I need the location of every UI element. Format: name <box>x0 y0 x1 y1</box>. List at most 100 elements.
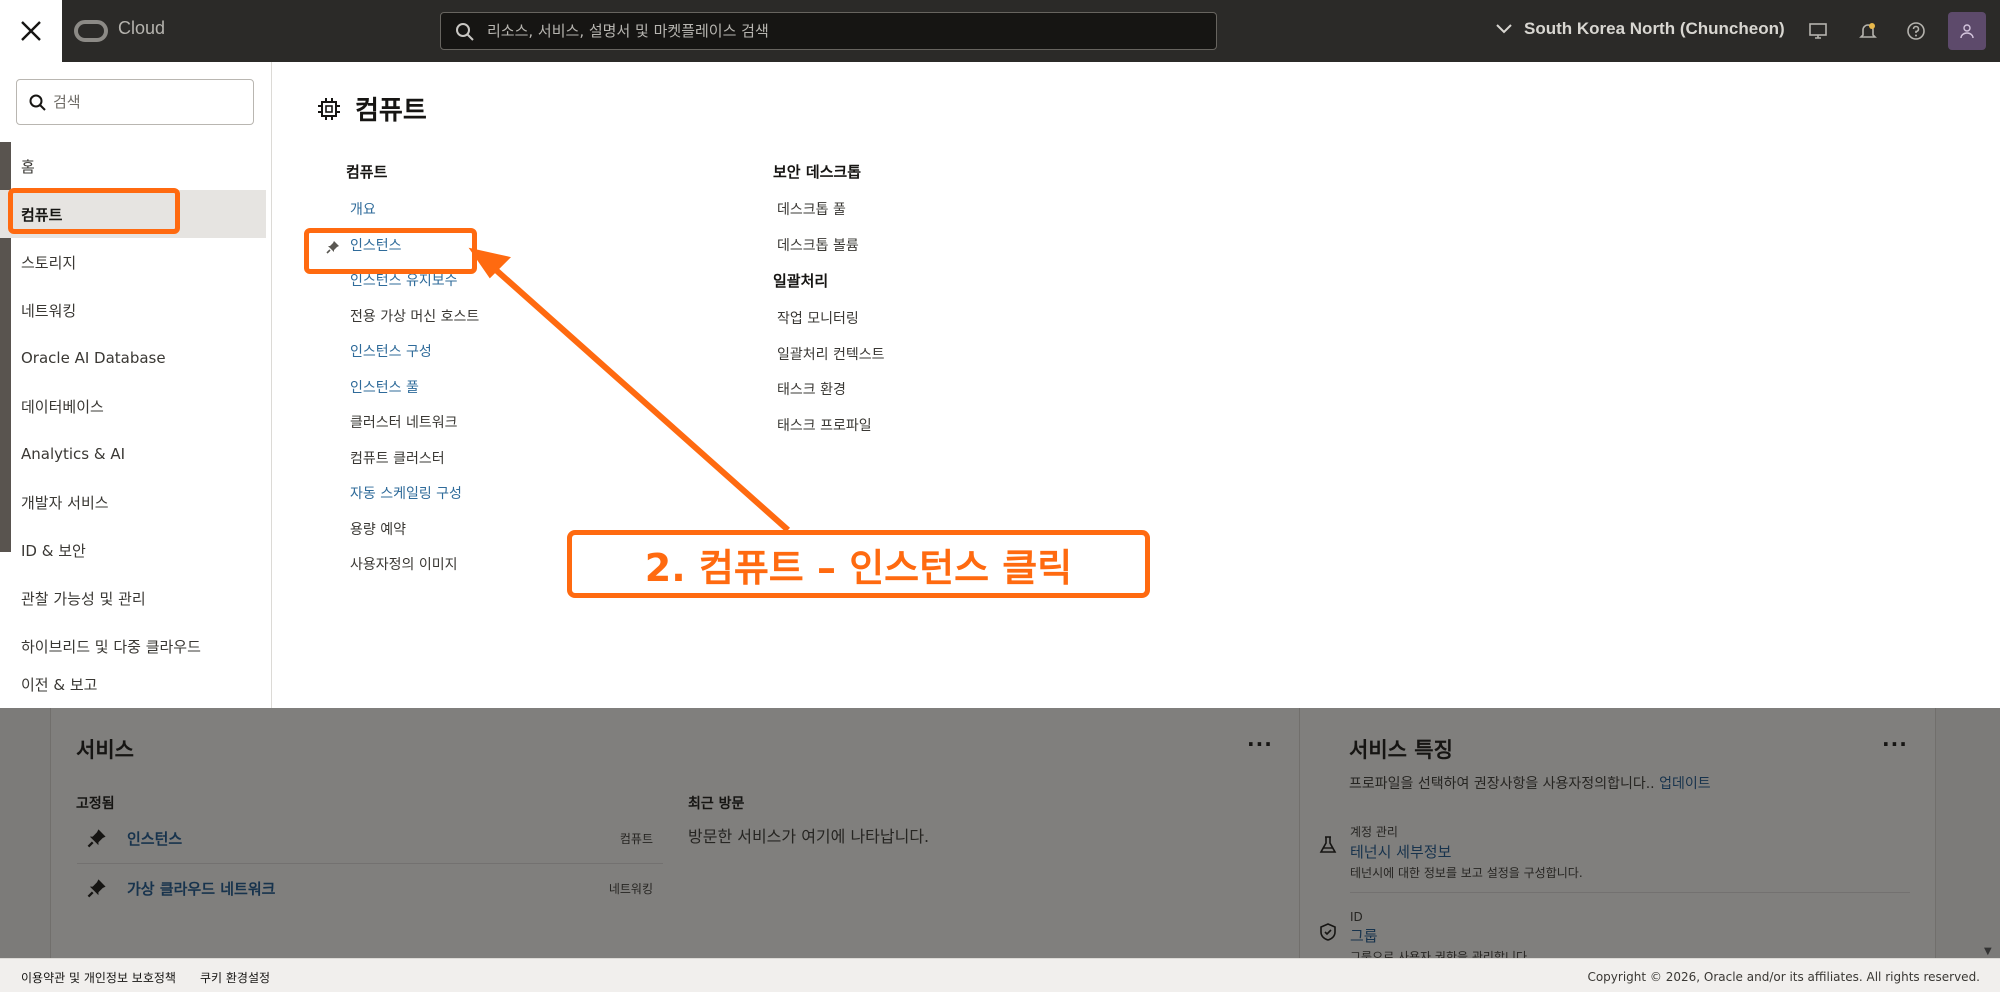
region-label: South Korea North (Chuncheon) <box>1524 19 1785 38</box>
link-instance-pools[interactable]: 인스턴스 풀 <box>346 371 479 407</box>
monitor-icon <box>1809 23 1827 39</box>
brand-label: Cloud <box>118 18 166 38</box>
menu-item-label: 관찰 가능성 및 관리 <box>21 589 146 608</box>
pinned-item-category: 컴퓨트 <box>619 832 653 846</box>
divider <box>1350 892 1910 893</box>
menu-item-label: 하이브리드 및 다중 클라우드 <box>21 637 201 656</box>
menu-item-label: 데이터베이스 <box>21 397 104 416</box>
recent-empty-message: 방문한 서비스가 여기에 나타납니다. <box>688 827 930 846</box>
pinned-item-name[interactable]: 인스턴스 <box>127 828 182 849</box>
menu-item-label: 홈 <box>21 157 35 176</box>
update-link[interactable]: 업데이트 <box>1659 776 1711 792</box>
pinned-heading: 고정됨 <box>76 796 115 812</box>
notifications-button[interactable] <box>1856 19 1880 43</box>
section-heading: 보안 데스크톱 <box>773 163 862 181</box>
search-icon <box>29 94 46 111</box>
menu-item-database[interactable]: 데이터베이스 <box>0 382 266 430</box>
menu-item-networking[interactable]: 네트워킹 <box>0 286 266 334</box>
section-heading: 일괄처리 <box>773 272 829 290</box>
menu-item-developer-services[interactable]: 개발자 서비스 <box>0 478 266 526</box>
menu-item-analytics-ai[interactable]: Analytics & AI <box>0 430 266 478</box>
link-job-monitoring[interactable]: 작업 모니터링 <box>773 302 885 338</box>
secure-desktops-column: 보안 데스크톱 데스크톱 풀 데스크톱 볼륨 일괄처리 작업 모니터링 일괄처리… <box>773 157 885 444</box>
scroll-down-icon[interactable]: ▼ <box>1984 946 1992 957</box>
feature-item[interactable]: ID 그룹 그룹으로 사용자 권한을 관리합니다. <box>1320 910 1910 965</box>
link-task-profile[interactable]: 태스크 프로파일 <box>773 409 885 445</box>
navigation-menu: 홈 컴퓨트 스토리지 네트워킹 Oracle AI Database 데이터베이… <box>0 62 272 708</box>
link-capacity-reservations[interactable]: 용량 예약 <box>346 513 479 549</box>
more-options-button[interactable]: ··· <box>1247 732 1273 756</box>
annotation-callout: 2. 컴퓨트 – 인스턴스 클릭 <box>567 530 1150 598</box>
recent-heading: 최근 방문 <box>688 796 745 812</box>
menu-item-storage[interactable]: 스토리지 <box>0 238 266 286</box>
pin-icon[interactable] <box>87 828 107 848</box>
compute-menu-panel: 컴퓨트 컴퓨트 개요 인스턴스 인스턴스 유지보수 전용 가상 머신 호스트 인… <box>273 62 1993 708</box>
close-icon <box>21 21 41 41</box>
feature-description: 테넌시에 대한 정보를 보고 설정을 구성합니다. <box>1350 866 1583 880</box>
card-title: 서비스 <box>76 738 134 762</box>
search-icon <box>456 23 474 41</box>
section-heading: 컴퓨트 <box>346 163 388 181</box>
menu-item-label: Oracle AI Database <box>21 349 166 367</box>
flask-icon <box>1319 836 1337 853</box>
feature-item[interactable]: 계정 관리 테넌시 세부정보 테넌시에 대한 정보를 보고 설정을 구성합니다. <box>1319 823 1910 881</box>
pinned-item-name[interactable]: 가상 클라우드 네트워크 <box>127 878 275 899</box>
global-search[interactable] <box>440 12 1217 50</box>
menu-item-label: 스토리지 <box>21 253 77 272</box>
close-menu-button[interactable] <box>0 0 62 62</box>
menu-search[interactable] <box>16 79 254 125</box>
cookie-preferences-link[interactable]: 쿠키 환경설정 <box>200 969 270 986</box>
link-task-environment[interactable]: 태스크 환경 <box>773 373 885 409</box>
menu-item-observability[interactable]: 관찰 가능성 및 관리 <box>0 574 266 622</box>
link-overview[interactable]: 개요 <box>346 193 479 229</box>
bell-icon <box>1859 23 1877 38</box>
oracle-logo-icon[interactable] <box>74 20 108 42</box>
menu-search-input[interactable] <box>53 80 243 124</box>
pinned-item[interactable]: 가상 클라우드 네트워크 네트워킹 <box>77 864 663 914</box>
menu-item-home[interactable]: 홈 <box>0 142 266 190</box>
global-search-input[interactable] <box>487 13 1187 49</box>
menu-item-oracle-ai-database[interactable]: Oracle AI Database <box>0 334 266 382</box>
menu-item-label: 네트워킹 <box>21 301 77 320</box>
features-card: 서비스 특징 ··· 프로파일을 선택하여 권장사항을 사용자정의합니다.. 업… <box>1300 708 1936 964</box>
link-desktop-volumes[interactable]: 데스크톱 볼륨 <box>773 229 885 265</box>
terms-link[interactable]: 이용약관 및 개인정보 보호정책 <box>21 969 176 986</box>
compute-column: 컴퓨트 개요 인스턴스 인스턴스 유지보수 전용 가상 머신 호스트 인스턴스 … <box>326 157 479 584</box>
card-title: 서비스 특징 <box>1349 738 1453 762</box>
menu-item-label: ID & 보안 <box>21 541 86 560</box>
link-cluster-networks[interactable]: 클러스터 네트워크 <box>346 406 479 442</box>
link-autoscaling[interactable]: 자동 스케일링 구성 <box>346 477 479 513</box>
page-title-text: 컴퓨트 <box>355 96 427 126</box>
feature-category: 계정 관리 <box>1350 825 1398 839</box>
feature-name[interactable]: 그룹 <box>1350 925 1910 946</box>
chevron-down-icon <box>1496 24 1512 34</box>
link-dedicated-vm-hosts[interactable]: 전용 가상 머신 호스트 <box>346 300 479 336</box>
link-desktop-pools[interactable]: 데스크톱 풀 <box>773 193 885 229</box>
menu-item-label: 이전 & 보고 <box>21 676 98 692</box>
pinned-item[interactable]: 인스턴스 컴퓨트 <box>77 814 663 864</box>
highlight-compute-menu <box>8 188 180 234</box>
link-instance-configurations[interactable]: 인스턴스 구성 <box>346 335 479 371</box>
help-button[interactable] <box>1904 19 1928 43</box>
footer: 이용약관 및 개인정보 보호정책 쿠키 환경설정 Copyright © 202… <box>0 958 2000 992</box>
chip-icon <box>318 97 340 120</box>
top-bar: Cloud South Korea North (Chuncheon) <box>0 0 2000 62</box>
developer-tools-button[interactable] <box>1806 19 1830 43</box>
user-icon <box>1960 24 1974 39</box>
menu-item-identity-security[interactable]: ID & 보안 <box>0 526 266 574</box>
link-batch-context[interactable]: 일괄처리 컨텍스트 <box>773 338 885 374</box>
profile-button[interactable] <box>1948 12 1986 50</box>
pin-icon[interactable] <box>87 878 107 898</box>
feature-name[interactable]: 테넌시 세부정보 <box>1350 841 1910 862</box>
pinned-item-category: 네트워킹 <box>608 882 653 896</box>
menu-item-migration[interactable]: 이전 & 보고 <box>0 670 266 692</box>
copyright-text: Copyright © 2026, Oracle and/or its affi… <box>1587 970 1980 984</box>
menu-item-label: Analytics & AI <box>21 445 126 463</box>
menu-item-hybrid-multicloud[interactable]: 하이브리드 및 다중 클라우드 <box>0 622 266 670</box>
features-description: 프로파일을 선택하여 권장사항을 사용자정의합니다.. 업데이트 <box>1349 773 1711 793</box>
region-selector[interactable]: South Korea North (Chuncheon) <box>1496 19 1785 39</box>
link-compute-clusters[interactable]: 컴퓨트 클러스터 <box>346 442 479 478</box>
page-title: 컴퓨트 <box>317 90 427 127</box>
link-custom-images[interactable]: 사용자정의 이미지 <box>346 548 479 584</box>
more-options-button[interactable]: ··· <box>1882 732 1908 756</box>
